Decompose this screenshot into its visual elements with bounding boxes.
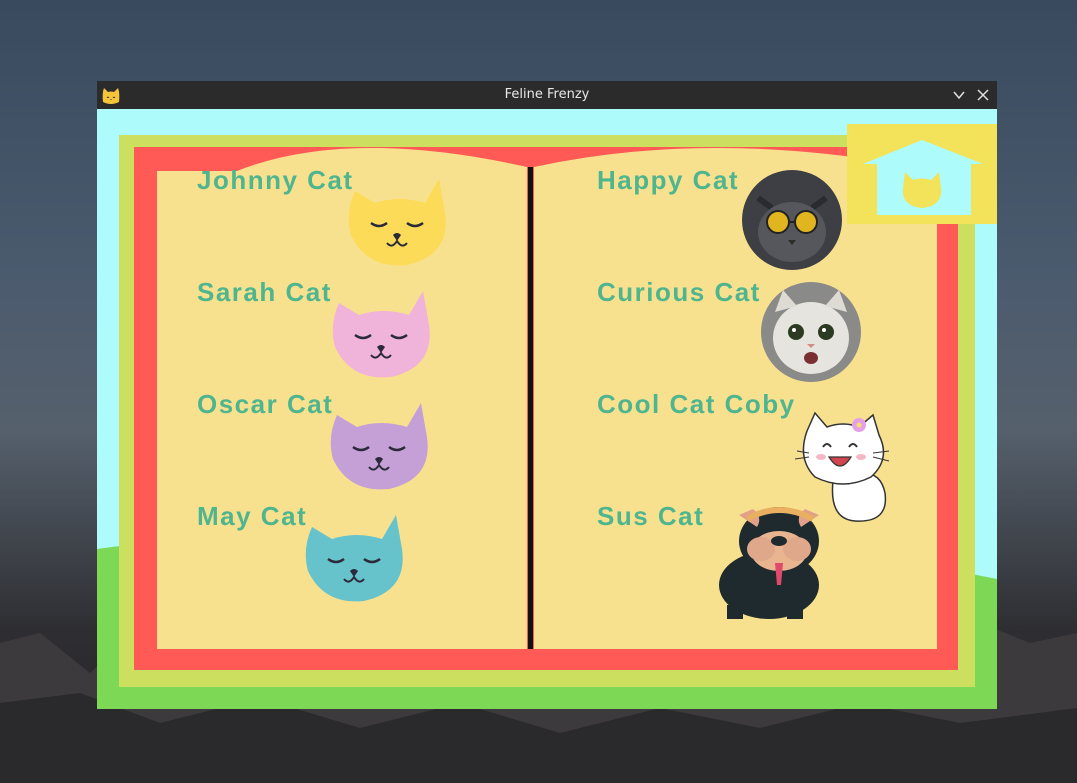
chevron-down-icon[interactable] [950,86,968,104]
yellow-cat-icon[interactable] [347,173,451,267]
app-window: Feline Frenzy Johnny Cat Sarah Cat Oscar… [97,81,997,709]
cat-name-label: Sarah Cat [197,277,332,307]
cat-name-label: Happy Cat [597,165,740,195]
teal-cat-icon[interactable] [304,509,408,603]
home-button[interactable] [847,124,997,224]
cat-name-label: Curious Cat [597,277,761,307]
close-icon[interactable] [974,86,992,104]
cat-name-label: Johnny Cat [197,165,354,195]
sunglasses-cat-photo[interactable] [742,170,842,270]
cat-name-label: Oscar Cat [197,389,334,419]
cat-name-label: Cool Cat Coby [597,389,796,419]
surprised-kitten-photo[interactable] [761,282,861,382]
app-content: Johnny Cat Sarah Cat Oscar Cat May Cat H… [97,109,997,709]
pink-cat-icon[interactable] [331,285,435,379]
cat-name-label: Sus Cat [597,501,705,531]
sus-dog-sticker[interactable] [717,505,837,619]
window-title: Feline Frenzy [504,87,590,102]
purple-cat-icon[interactable] [329,397,433,491]
cat-name-label: May Cat [197,501,308,531]
title-bar: Feline Frenzy [97,81,997,109]
home-icon [863,140,983,215]
